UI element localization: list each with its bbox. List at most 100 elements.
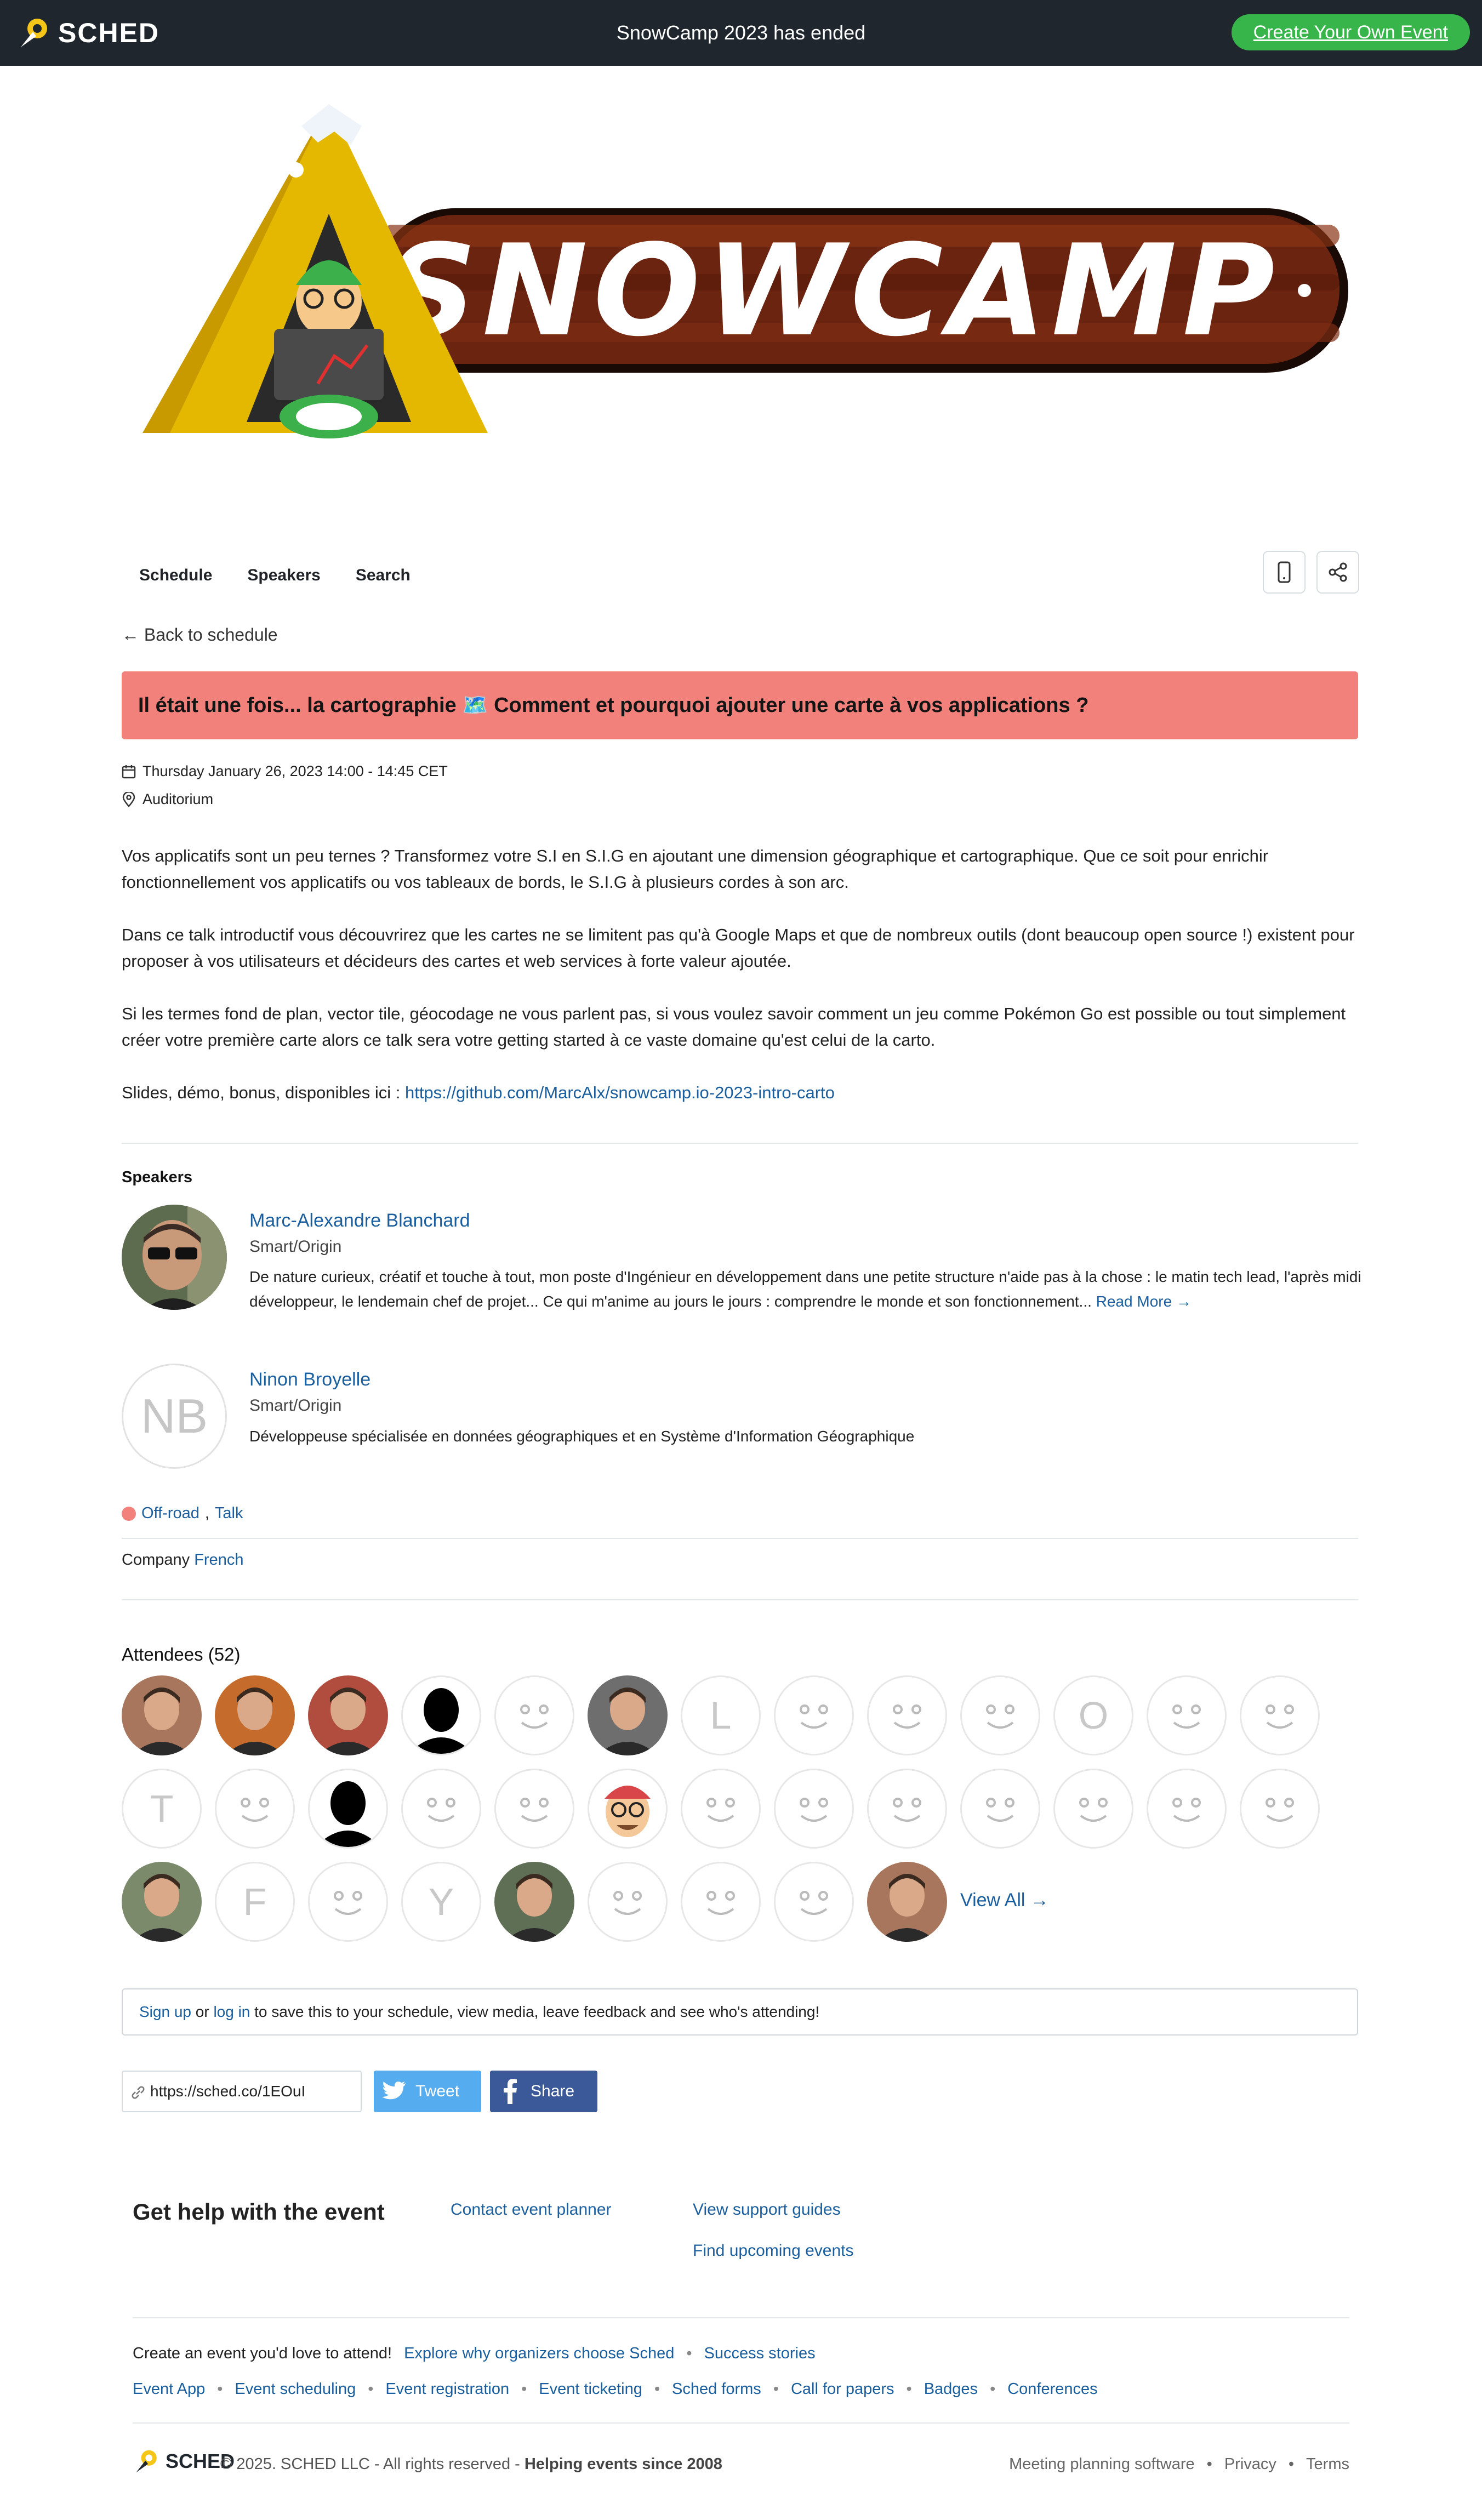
description-paragraph: Vos applicatifs sont un peu ternes ? Tra… [122,846,1269,892]
share-button[interactable] [1316,551,1359,594]
divider [122,1143,1358,1144]
attendee-avatar[interactable] [774,1675,854,1755]
attendee-avatar[interactable] [401,1675,481,1755]
legal-link[interactable]: Privacy [1224,2455,1276,2473]
attendee-avatar[interactable]: T [122,1769,202,1849]
attendee-avatar[interactable] [1240,1675,1320,1755]
legal-link[interactable]: Terms [1306,2455,1349,2473]
attendee-avatar[interactable] [1053,1769,1133,1849]
log-in-link[interactable]: log in [213,2003,250,2020]
attendee-avatar[interactable] [588,1862,668,1942]
attendee-avatar[interactable] [867,1862,947,1942]
attendee-avatar[interactable]: L [681,1675,761,1755]
attendee-avatar[interactable] [401,1769,481,1849]
footer-links-row: Event App • Event scheduling • Event registr… [133,2380,1098,2398]
success-stories-link[interactable]: Success stories [704,2345,816,2363]
footer-link[interactable]: Event App [133,2380,205,2398]
tag-offroad[interactable]: Off-road [141,1504,200,1523]
view-all-attendees-link[interactable]: View All → [960,1890,1049,1911]
bullet-separator: • [368,2380,374,2398]
footer-link[interactable]: Badges [924,2380,978,2398]
default-user-icon [408,1688,474,1754]
attendee-avatar[interactable] [215,1675,295,1755]
smiley-icon [893,1798,921,1822]
footer-brand[interactable]: SCHED [133,2448,235,2475]
attendee-avatar[interactable]: O [1053,1675,1133,1755]
footer-link[interactable]: Event registration [385,2380,509,2398]
attendee-avatar[interactable] [681,1862,761,1942]
divider [122,1538,1358,1539]
speaker-bio: De nature curieux, créatif et touche à t… [249,1264,1362,1314]
speaker-name[interactable]: Marc-Alexandre Blanchard [249,1210,470,1232]
footer-link[interactable]: Sched forms [672,2380,761,2398]
attendee-avatar[interactable] [494,1769,574,1849]
session-location: Auditorium [122,791,213,808]
smiley-icon [241,1798,269,1822]
footer-link[interactable]: Event ticketing [539,2380,642,2398]
speaker-name[interactable]: Ninon Broyelle [249,1369,371,1390]
footer-create-row: Create an event you'd love to attend! Ex… [133,2345,816,2363]
phone-icon [1278,561,1291,583]
nav-schedule[interactable]: Schedule [122,554,230,597]
speakers-heading: Speakers [122,1168,192,1186]
bullet-separator: • [217,2380,223,2398]
attendee-avatar[interactable] [867,1769,947,1849]
attendee-avatar[interactable] [960,1675,1040,1755]
attendee-avatar[interactable] [494,1675,574,1755]
attendee-avatar[interactable] [308,1769,388,1849]
attendee-avatar[interactable] [308,1862,388,1942]
attendee-avatar[interactable] [681,1769,761,1849]
back-to-schedule-link[interactable]: ← Back to schedule [122,625,278,645]
speaker-avatar[interactable]: NB [122,1364,227,1469]
attendee-avatar[interactable] [308,1675,388,1755]
nav-search[interactable]: Search [338,554,428,597]
attendee-avatar[interactable] [215,1769,295,1849]
slides-paragraph: Slides, démo, bonus, disponibles ici : h… [122,1080,1366,1106]
company-label: Company [122,1551,190,1569]
attendee-avatar[interactable] [774,1862,854,1942]
create-event-button[interactable]: Create Your Own Event [1231,14,1470,50]
upcoming-events-link[interactable]: Find upcoming events [693,2242,854,2260]
attendee-avatar[interactable]: F [215,1862,295,1942]
tweet-button[interactable]: Tweet [374,2071,481,2112]
smiley-icon [800,1798,828,1822]
attendee-avatar[interactable] [588,1675,668,1755]
attendee-avatar[interactable] [122,1862,202,1942]
attendee-initial: F [243,1880,267,1923]
attendee-avatar[interactable] [1240,1769,1320,1849]
sign-up-link[interactable]: Sign up [139,2003,191,2020]
footer-link[interactable]: Event scheduling [235,2380,356,2398]
attendee-avatar[interactable] [1147,1769,1227,1849]
attendee-avatar[interactable]: Y [401,1862,481,1942]
speaker-bio: Développeuse spécialisée en données géog… [249,1428,915,1445]
company-value[interactable]: French [194,1551,243,1569]
read-more-link[interactable]: Read More → [1096,1293,1192,1310]
support-guides-link[interactable]: View support guides [693,2200,841,2219]
facebook-share-button[interactable]: Share [490,2071,597,2112]
nav-speakers[interactable]: Speakers [230,554,338,597]
explore-link[interactable]: Explore why organizers choose Sched [404,2345,674,2363]
attendee-avatar[interactable] [867,1675,947,1755]
calendar-icon [122,765,136,778]
mobile-app-button[interactable] [1263,551,1306,594]
footer-link[interactable]: Call for papers [791,2380,894,2398]
smiley-icon [1079,1798,1108,1822]
contact-planner-link[interactable]: Contact event planner [451,2200,612,2219]
footer-link[interactable]: Conferences [1007,2380,1097,2398]
bullet-separator: • [1288,2455,1295,2473]
attendee-avatar[interactable] [494,1862,574,1942]
attendee-avatar[interactable] [122,1675,202,1755]
slides-link[interactable]: https://github.com/MarcAlx/snowcamp.io-2… [405,1083,835,1102]
tag-talk[interactable]: Talk [215,1504,243,1523]
short-url-field[interactable]: https://sched.co/1EOuI [122,2071,362,2112]
default-user-icon [315,1781,381,1847]
attendee-avatar[interactable] [1147,1675,1227,1755]
legal-link[interactable]: Meeting planning software [1009,2455,1195,2473]
session-datetime: Thursday January 26, 2023 14:00 - 14:45 … [122,763,448,780]
speaker-avatar[interactable] [122,1205,227,1310]
attendee-avatar[interactable] [774,1769,854,1849]
smiley-icon [986,1798,1014,1822]
smiley-icon [986,1704,1014,1729]
attendee-avatar[interactable] [588,1769,668,1849]
attendee-avatar[interactable] [960,1769,1040,1849]
